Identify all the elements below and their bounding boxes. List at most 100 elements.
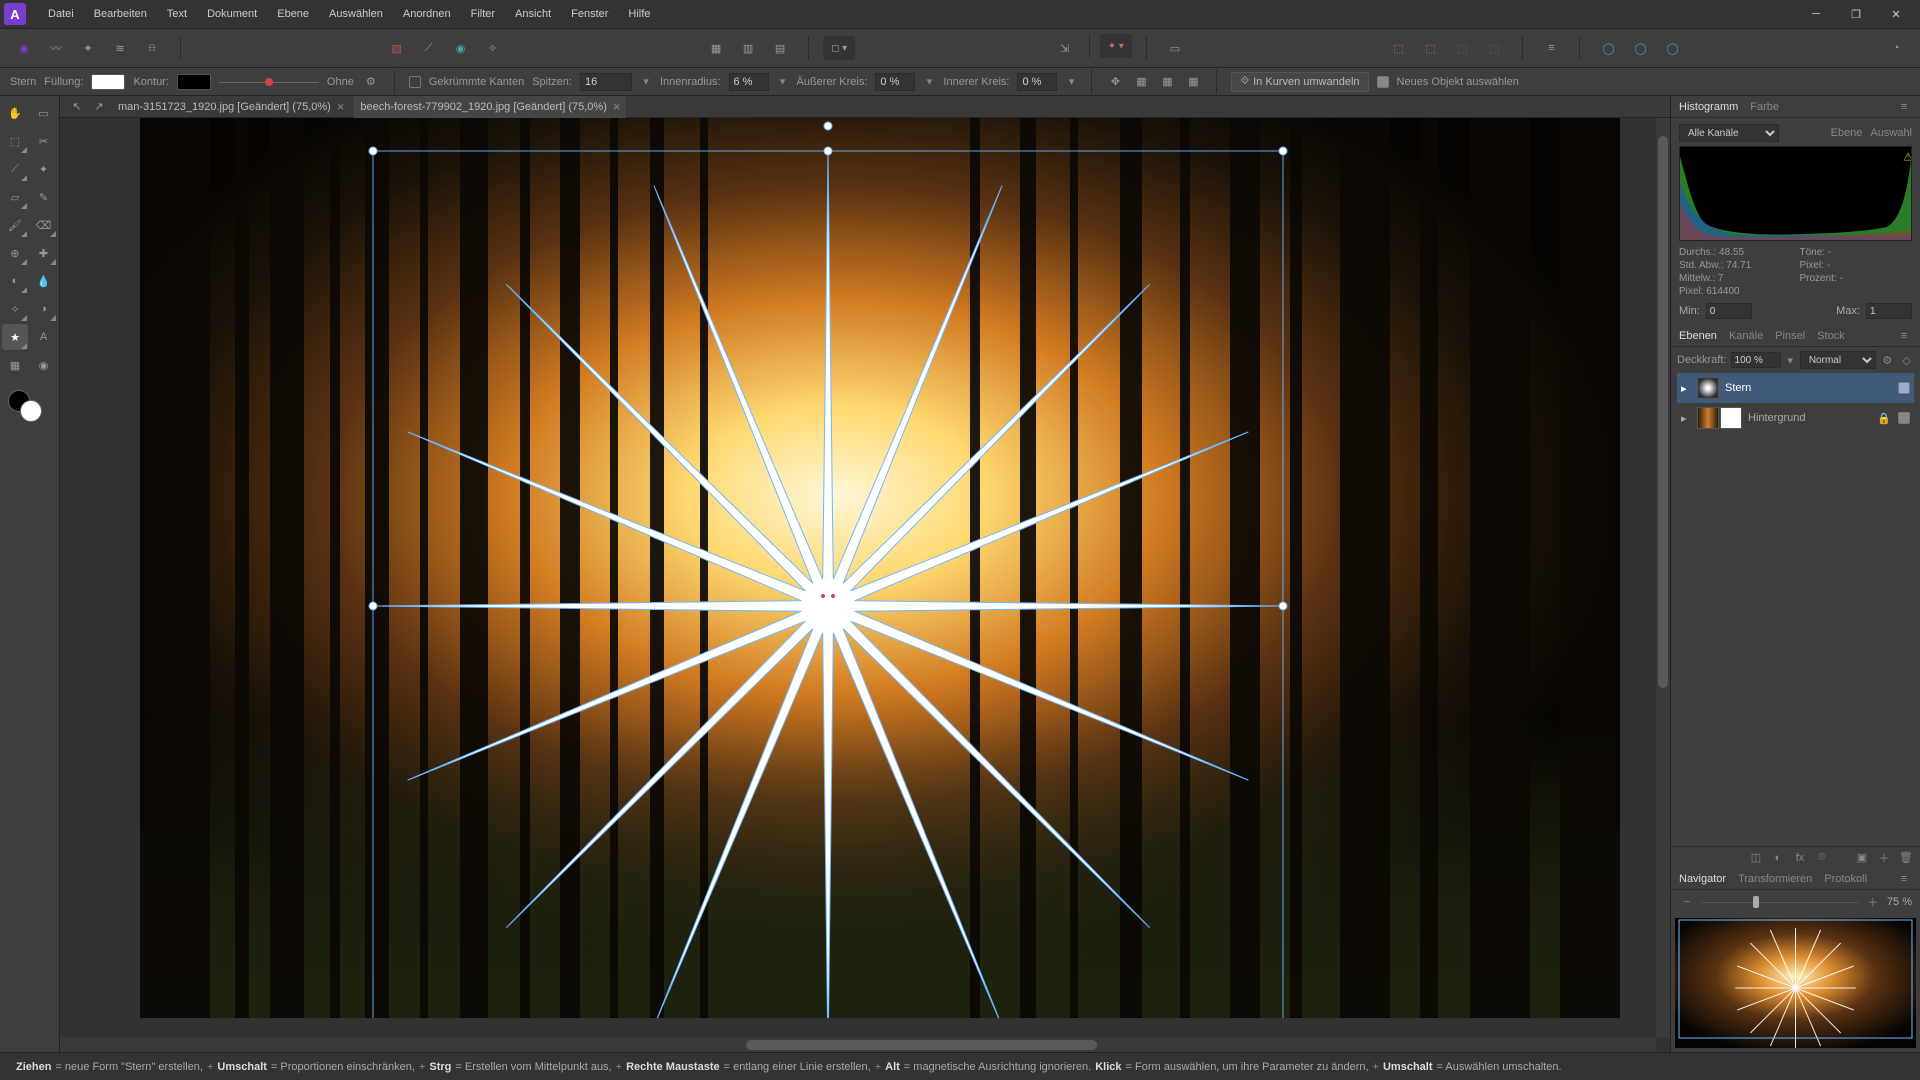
menu-filter[interactable]: Filter bbox=[461, 0, 505, 28]
marquee-tool[interactable]: ▱ bbox=[2, 184, 28, 210]
menu-hilfe[interactable]: Hilfe bbox=[618, 0, 660, 28]
hist-scope-selection[interactable]: Auswahl bbox=[1870, 127, 1912, 139]
close-tab-icon[interactable]: × bbox=[613, 99, 621, 114]
layer-lock-icon[interactable]: ◇ bbox=[1899, 352, 1914, 368]
hist-scope-layer[interactable]: Ebene bbox=[1831, 127, 1863, 139]
menu-text[interactable]: Text bbox=[157, 0, 197, 28]
document-tab-1[interactable]: beech-forest-779902_1920.jpg [Geändert] … bbox=[354, 96, 626, 118]
layer-fx-icon[interactable] bbox=[1880, 352, 1895, 368]
snap-d-icon[interactable]: ▦ bbox=[1184, 73, 1202, 91]
blend-mode-select[interactable]: Normal bbox=[1800, 351, 1876, 369]
arrange-d-icon[interactable]: ⬚ bbox=[1480, 34, 1508, 62]
hand-tool[interactable]: ✋ bbox=[2, 100, 28, 126]
layer-expand-icon[interactable]: ▸ bbox=[1681, 382, 1691, 395]
retouch-tool[interactable]: ✧ bbox=[2, 296, 28, 322]
canvas[interactable] bbox=[60, 118, 1670, 1052]
heal-tool[interactable]: ✚ bbox=[31, 240, 57, 266]
group-layer-icon[interactable]: ▣ bbox=[1854, 850, 1870, 866]
boolean-a-icon[interactable]: ◯ bbox=[1594, 34, 1622, 62]
sponge-tool[interactable]: ◑ bbox=[31, 296, 57, 322]
color-wells[interactable] bbox=[2, 386, 57, 426]
horizontal-scrollbar[interactable] bbox=[60, 1038, 1656, 1052]
new-object-select-checkbox[interactable] bbox=[1377, 76, 1389, 88]
front-color-well[interactable] bbox=[20, 400, 42, 422]
layer-visibility-checkbox[interactable] bbox=[1898, 382, 1910, 394]
grid-c-icon[interactable]: ▤ bbox=[766, 34, 794, 62]
arrange-b-icon[interactable]: ⬚ bbox=[1416, 34, 1444, 62]
persona-export-icon[interactable]: ⍾ bbox=[138, 34, 166, 62]
snap-c-icon[interactable]: ▦ bbox=[1158, 73, 1176, 91]
stroke-style-label[interactable]: Ohne bbox=[327, 76, 354, 88]
brush-select-tool[interactable]: ⟋ bbox=[2, 156, 28, 182]
tab-color[interactable]: Farbe bbox=[1750, 101, 1779, 113]
menu-dokument[interactable]: Dokument bbox=[197, 0, 267, 28]
color-picker-tool[interactable]: ◉ bbox=[31, 352, 57, 378]
dodge-tool[interactable]: ◐ bbox=[2, 268, 28, 294]
flood-select-tool[interactable]: ✦ bbox=[31, 156, 57, 182]
snap-a-icon[interactable]: ✥ bbox=[1106, 73, 1124, 91]
node-tool-icon[interactable]: ↗ bbox=[90, 98, 108, 116]
move-tool[interactable]: ▭ bbox=[31, 100, 57, 126]
selection-tool[interactable]: ⬚ bbox=[2, 128, 28, 154]
persona-tone-icon[interactable]: ≋ bbox=[106, 34, 134, 62]
live-filter-icon[interactable]: ⌾ bbox=[1814, 850, 1830, 866]
tab-channels[interactable]: Kanäle bbox=[1729, 330, 1763, 342]
tab-stock[interactable]: Stock bbox=[1817, 330, 1845, 342]
boolean-c-icon[interactable]: ◯ bbox=[1658, 34, 1686, 62]
tab-layers[interactable]: Ebenen bbox=[1679, 330, 1717, 342]
fx-layer-icon[interactable]: fx bbox=[1792, 850, 1808, 866]
arrange-dropdown[interactable]: ✦ ▾ bbox=[1100, 34, 1132, 58]
panel-menu-icon[interactable]: ≡ bbox=[1896, 871, 1912, 887]
close-tab-icon[interactable]: × bbox=[337, 99, 345, 114]
fill-swatch[interactable] bbox=[91, 74, 125, 90]
color-wheel-icon[interactable]: ◉ bbox=[447, 34, 475, 62]
arrange-a-icon[interactable]: ⬚ bbox=[1384, 34, 1412, 62]
menu-fenster[interactable]: Fenster bbox=[561, 0, 618, 28]
persona-develop-icon[interactable]: ✦ bbox=[74, 34, 102, 62]
points-dropdown-icon[interactable]: ▾ bbox=[640, 75, 652, 88]
distribute-icon[interactable]: ≡ bbox=[1537, 34, 1565, 62]
menu-datei[interactable]: Datei bbox=[38, 0, 84, 28]
layer-expand-icon[interactable]: ▸ bbox=[1681, 412, 1691, 425]
inner-circle-input[interactable] bbox=[1017, 73, 1057, 91]
crop-tool[interactable]: ✂ bbox=[31, 128, 57, 154]
star-shape[interactable] bbox=[373, 151, 1283, 1018]
tab-histogram[interactable]: Histogramm bbox=[1679, 101, 1738, 113]
persona-liquify-icon[interactable]: 〰 bbox=[42, 34, 70, 62]
align-icon[interactable]: ⇲ bbox=[1051, 34, 1079, 62]
stroke-swatch[interactable] bbox=[177, 74, 211, 90]
vertical-scrollbar[interactable] bbox=[1656, 118, 1670, 1038]
snap-b-icon[interactable]: ▦ bbox=[1132, 73, 1150, 91]
opacity-input[interactable] bbox=[1731, 352, 1781, 368]
minimize-button[interactable]: ─ bbox=[1796, 0, 1836, 28]
tab-history[interactable]: Protokoll bbox=[1824, 873, 1867, 885]
pen-tool[interactable]: ✎ bbox=[31, 184, 57, 210]
grid-a-icon[interactable]: ▦ bbox=[702, 34, 730, 62]
boolean-b-icon[interactable]: ◯ bbox=[1626, 34, 1654, 62]
add-layer-icon[interactable]: ＋ bbox=[1876, 850, 1892, 866]
outer-circle-input[interactable] bbox=[875, 73, 915, 91]
document-tab-0[interactable]: man-3151723_1920.jpg [Geändert] (75,0%) … bbox=[112, 96, 350, 118]
panel-menu-icon[interactable]: ≡ bbox=[1896, 328, 1912, 344]
points-input[interactable] bbox=[580, 73, 632, 91]
navigator-preview[interactable] bbox=[1675, 918, 1916, 1048]
opacity-dropdown-icon[interactable]: ▾ bbox=[1785, 354, 1796, 367]
inner-circle-dropdown-icon[interactable]: ▾ bbox=[1065, 75, 1077, 88]
wand-icon[interactable]: ✧ bbox=[479, 34, 507, 62]
adjustment-layer-icon[interactable]: ◐ bbox=[1770, 850, 1786, 866]
mesh-tool[interactable]: ▦ bbox=[2, 352, 28, 378]
max-input[interactable] bbox=[1866, 303, 1912, 319]
color-format-icon[interactable]: ▧ bbox=[383, 34, 411, 62]
mask-layer-icon[interactable]: ◫ bbox=[1748, 850, 1764, 866]
preview-icon[interactable]: ▭ bbox=[1161, 34, 1189, 62]
layer-row[interactable]: ▸ Hintergrund 🔒 bbox=[1677, 403, 1914, 433]
layer-row[interactable]: ▸ Stern bbox=[1677, 373, 1914, 403]
arrow-tool-icon[interactable]: ↖ bbox=[68, 98, 86, 116]
menu-ansicht[interactable]: Ansicht bbox=[505, 0, 561, 28]
paint-brush-tool[interactable]: 🖌 bbox=[2, 212, 28, 238]
grid-b-icon[interactable]: ▥ bbox=[734, 34, 762, 62]
arrange-c-icon[interactable]: ⬚ bbox=[1448, 34, 1476, 62]
star-shape-tool[interactable]: ★ bbox=[2, 324, 28, 350]
menu-auswählen[interactable]: Auswählen bbox=[319, 0, 393, 28]
clone-tool[interactable]: ⊕ bbox=[2, 240, 28, 266]
